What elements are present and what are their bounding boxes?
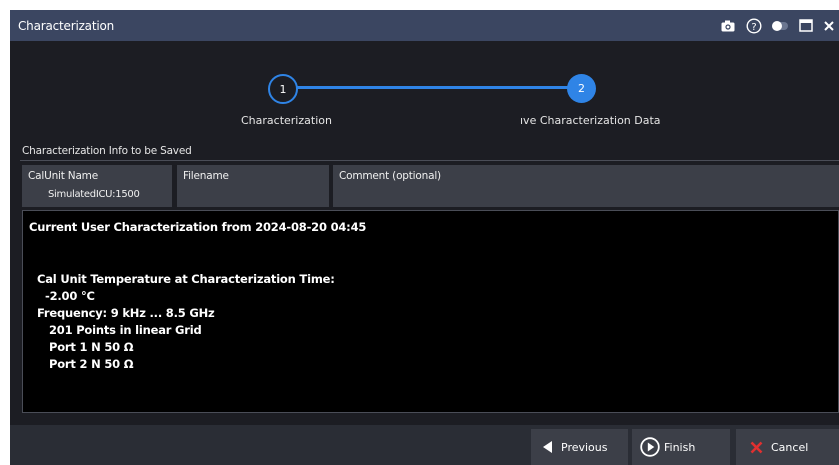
section-title: Characterization Info to be Saved <box>22 145 192 157</box>
info-temperature-value: -2.00 °C <box>45 289 95 303</box>
calunit-name-label: CalUnit Name <box>28 170 98 182</box>
svg-text:?: ? <box>751 21 756 32</box>
step-1-label: Characterization <box>241 114 332 127</box>
cancel-button[interactable]: Cancel <box>736 429 839 465</box>
filename-label: Filename <box>183 170 229 182</box>
previous-button-label: Previous <box>561 440 608 454</box>
calunit-name-value: SimulatedICU:1500 <box>48 189 140 200</box>
title-bar: Characterization ? <box>10 10 839 41</box>
comment-field[interactable]: Comment (optional) <box>333 165 839 207</box>
info-temperature-label: Cal Unit Temperature at Characterization… <box>37 272 335 286</box>
characterization-info-box: Current User Characterization from 2024-… <box>22 210 839 413</box>
comment-label: Comment (optional) <box>339 170 441 182</box>
dialog-footer: Previous Finish Cancel <box>10 425 839 465</box>
window-title: Characterization <box>18 18 115 33</box>
filename-field[interactable]: Filename <box>177 165 329 207</box>
maximize-icon[interactable] <box>793 10 819 41</box>
camera-icon[interactable] <box>715 10 741 41</box>
info-port-1: Port 1 N 50 Ω <box>49 340 134 354</box>
close-icon[interactable] <box>819 10 839 41</box>
arrow-left-icon <box>543 441 553 453</box>
stepper-progress-line <box>295 86 575 89</box>
play-circle-icon <box>640 437 660 457</box>
wizard-stepper: 1 2 Characterization ıve Characterizatio… <box>10 41 839 149</box>
cancel-x-icon <box>750 441 763 454</box>
previous-button[interactable]: Previous <box>531 429 628 465</box>
title-bar-controls: ? <box>715 10 839 41</box>
help-icon[interactable]: ? <box>741 10 767 41</box>
cancel-button-label: Cancel <box>771 440 809 454</box>
step-2-indicator[interactable]: 2 <box>567 74 596 103</box>
section-divider <box>20 160 839 161</box>
info-heading: Current User Characterization from 2024-… <box>29 220 367 234</box>
info-points: 201 Points in linear Grid <box>49 323 202 337</box>
info-frequency: Frequency: 9 kHz ... 8.5 GHz <box>37 306 215 320</box>
step-2-label: ıve Characterization Data <box>520 114 661 127</box>
info-port-2: Port 2 N 50 Ω <box>49 357 134 371</box>
toggle-icon[interactable] <box>767 10 793 41</box>
calunit-name-field[interactable]: CalUnit Name SimulatedICU:1500 <box>22 165 172 207</box>
characterization-dialog: Characterization ? 1 2 Characterization … <box>10 10 839 465</box>
finish-button[interactable]: Finish <box>632 429 730 465</box>
finish-button-label: Finish <box>664 440 696 454</box>
step-1-indicator[interactable]: 1 <box>268 74 298 104</box>
